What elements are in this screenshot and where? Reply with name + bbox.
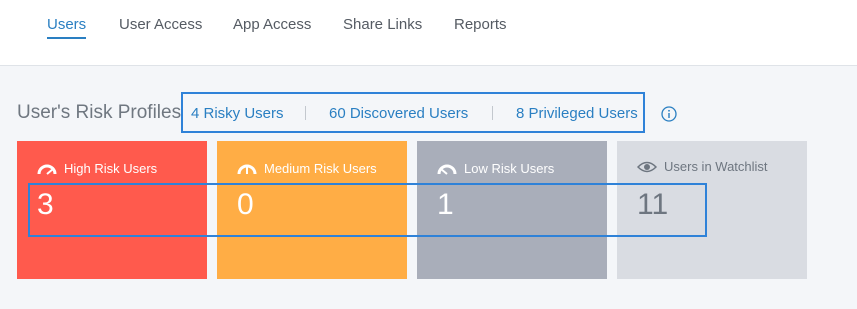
card-label: Users in Watchlist [664, 159, 768, 174]
link-separator [492, 106, 493, 120]
tab-app-access[interactable]: App Access [233, 16, 311, 33]
link-separator [305, 106, 306, 120]
risky-users-link[interactable]: 4 Risky Users [191, 105, 284, 122]
top-navigation: Users User Access App Access Share Links… [0, 0, 857, 66]
eye-icon [637, 161, 657, 172]
card-label: Low Risk Users [464, 161, 555, 176]
info-circle-icon[interactable] [661, 106, 677, 122]
card-header: Users in Watchlist [637, 159, 768, 174]
card-label: High Risk Users [64, 161, 158, 176]
gauge-low-icon [437, 164, 457, 175]
card-header: Low Risk Users [437, 161, 554, 176]
tab-user-access[interactable]: User Access [119, 16, 202, 33]
card-header: High Risk Users [37, 161, 157, 176]
gauge-medium-icon [237, 164, 257, 175]
section-title: User's Risk Profiles [17, 102, 182, 123]
discovered-users-link[interactable]: 60 Discovered Users [329, 105, 468, 122]
tab-users[interactable]: Users [47, 16, 87, 39]
tab-share-links[interactable]: Share Links [343, 16, 422, 33]
tab-reports[interactable]: Reports [454, 16, 507, 33]
card-label: Medium Risk Users [264, 161, 377, 176]
gauge-high-icon [37, 164, 57, 175]
privileged-users-link[interactable]: 8 Privileged Users [516, 105, 638, 122]
card-header: Medium Risk Users [237, 161, 377, 176]
counts-highlight [28, 183, 707, 237]
